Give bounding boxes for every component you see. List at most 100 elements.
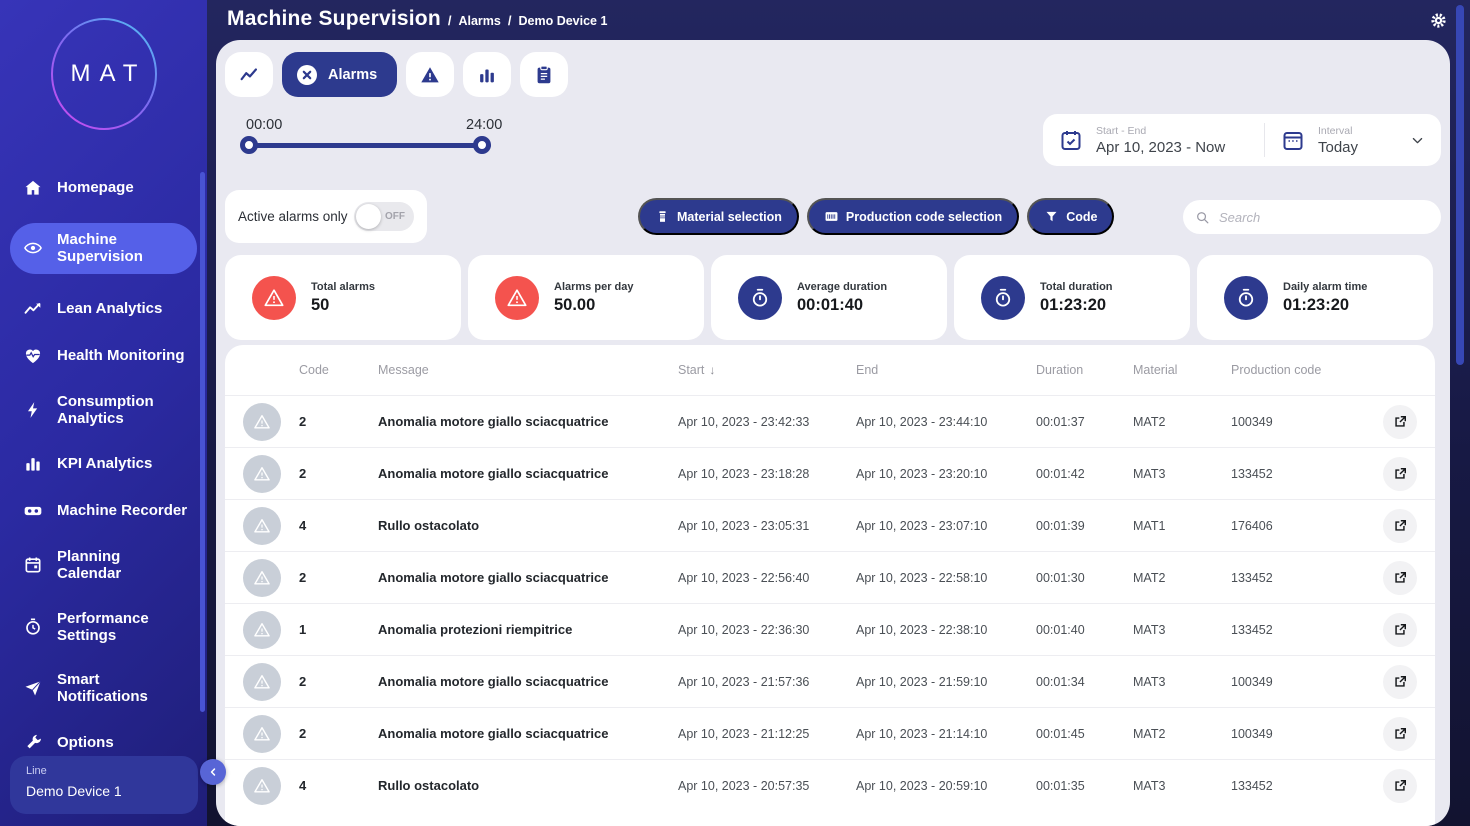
- code-filter-button[interactable]: Code: [1027, 198, 1115, 235]
- sidebar-item-label: Lean Analytics: [57, 299, 163, 317]
- open-alarm-detail-button[interactable]: [1383, 456, 1417, 491]
- open-in-new-icon: [1395, 519, 1406, 531]
- stat-card: Total alarms 50: [225, 255, 461, 340]
- table-row: 4 Rullo ostacolato Apr 10, 2023 - 23:05:…: [225, 499, 1435, 551]
- recorder-icon: [23, 501, 43, 521]
- cell-duration: 00:01:45: [1036, 726, 1085, 741]
- date-range-value: Apr 10, 2023 - Now: [1096, 138, 1226, 156]
- cell-material: MAT2: [1133, 414, 1166, 429]
- cell-production-code: 100349: [1231, 414, 1273, 429]
- interval-select[interactable]: Interval Today: [1265, 114, 1441, 166]
- column-header-end[interactable]: End: [856, 363, 1036, 377]
- column-header-start[interactable]: Start ↓: [678, 363, 856, 377]
- sidebar-item-smart-notifications[interactable]: Smart Notifications: [10, 669, 197, 708]
- alarm-row-icon: [243, 454, 281, 493]
- cell-end: Apr 10, 2023 - 23:44:10: [856, 414, 988, 429]
- cell-start: Apr 10, 2023 - 22:36:30: [678, 622, 810, 637]
- page-scrollbar[interactable]: [1456, 5, 1464, 365]
- sidebar-item-consumption-analytics[interactable]: Consumption Analytics: [10, 391, 197, 430]
- table-row: 1 Anomalia protezioni riempitrice Apr 10…: [225, 603, 1435, 655]
- sidebar-nav: Homepage Machine Supervision Lean Analyt…: [0, 176, 207, 755]
- search-input[interactable]: [1219, 209, 1419, 225]
- open-in-new-icon: [1395, 415, 1406, 427]
- sidebar-item-lean-analytics[interactable]: Lean Analytics: [10, 297, 197, 321]
- slider-start-label: 00:00: [246, 117, 283, 133]
- material-selection-button[interactable]: Material selection: [638, 198, 799, 235]
- cell-duration: 00:01:30: [1036, 570, 1085, 585]
- sidebar-item-label: Homepage: [57, 179, 134, 197]
- column-header-message[interactable]: Message: [378, 363, 678, 377]
- sidebar-collapse-button[interactable]: [200, 759, 226, 785]
- table-row: 2 Anomalia motore giallo sciacquatrice A…: [225, 395, 1435, 447]
- column-header-production-code[interactable]: Production code: [1231, 363, 1365, 377]
- active-alarms-toggle[interactable]: OFF: [354, 202, 414, 231]
- eye-icon: [23, 238, 43, 258]
- open-alarm-detail-button[interactable]: [1383, 508, 1417, 543]
- sidebar-item-homepage[interactable]: Homepage: [10, 176, 197, 200]
- sort-desc-icon: ↓: [709, 363, 716, 377]
- stat-value: 50: [311, 295, 330, 314]
- tab-warnings[interactable]: [406, 52, 455, 97]
- settings-gear-icon[interactable]: [1429, 11, 1448, 30]
- sidebar-item-performance-settings[interactable]: Performance Settings: [10, 608, 197, 647]
- tab-alarms-label: Alarms: [328, 66, 378, 83]
- cell-code: 2: [299, 570, 307, 585]
- heart-pulse-icon: [23, 346, 43, 366]
- active-alarms-label: Active alarms only: [238, 209, 348, 224]
- toggle-knob: [356, 204, 381, 229]
- bar-chart-icon: [480, 69, 495, 82]
- tab-trend[interactable]: [225, 52, 273, 97]
- cell-material: MAT2: [1133, 726, 1166, 741]
- alarm-icon: [264, 288, 284, 306]
- sidebar-item-planning-calendar[interactable]: Planning Calendar: [10, 546, 197, 585]
- sidebar-item-label: Machine Supervision: [57, 231, 143, 266]
- cell-message: Anomalia motore giallo sciacquatrice: [378, 466, 609, 481]
- sidebar-scrollbar[interactable]: [200, 172, 205, 712]
- sidebar-item-label: Performance Settings: [57, 609, 149, 644]
- tab-statistics[interactable]: [463, 52, 512, 97]
- sidebar-item-machine-recorder[interactable]: Machine Recorder: [10, 499, 197, 523]
- calendar-check-icon: [1059, 128, 1083, 152]
- sidebar-item-kpi-analytics[interactable]: KPI Analytics: [10, 452, 197, 476]
- logo-text: MAT: [70, 60, 147, 87]
- warning-triangle-outline-icon: [254, 466, 270, 481]
- tab-alarms[interactable]: Alarms: [282, 52, 398, 97]
- time-range-slider-track[interactable]: [249, 143, 491, 148]
- alarm-row-icon: [243, 558, 281, 597]
- breadcrumb-alarms: Alarms: [458, 14, 501, 28]
- open-alarm-detail-button[interactable]: [1383, 768, 1417, 803]
- sidebar-item-label: Planning Calendar: [57, 548, 122, 583]
- slider-handle-end[interactable]: [473, 136, 491, 154]
- open-alarm-detail-button[interactable]: [1383, 560, 1417, 595]
- cell-production-code: 100349: [1231, 674, 1273, 689]
- open-alarm-detail-button[interactable]: [1383, 612, 1417, 647]
- open-alarm-detail-button[interactable]: [1383, 404, 1417, 439]
- stats-row: Total alarms 50 Alarms per day 50.00 Ave…: [225, 255, 1435, 340]
- cell-code: 2: [299, 414, 307, 429]
- home-icon: [23, 178, 43, 198]
- material-selection-label: Material selection: [677, 209, 782, 224]
- breadcrumb-separator: /: [447, 13, 452, 28]
- stat-icon: [1224, 275, 1268, 320]
- stat-card: Average duration 00:01:40: [711, 255, 947, 340]
- chevron-down-icon: [1410, 133, 1425, 148]
- open-alarm-detail-button[interactable]: [1383, 664, 1417, 699]
- production-code-selection-button[interactable]: Production code selection: [806, 198, 1020, 235]
- device-card[interactable]: Line Demo Device 1: [10, 756, 198, 814]
- tab-report[interactable]: [520, 52, 569, 97]
- cell-code: 2: [299, 674, 307, 689]
- slider-handle-start[interactable]: [240, 136, 258, 154]
- cell-start: Apr 10, 2023 - 21:57:36: [678, 674, 810, 689]
- column-header-duration[interactable]: Duration: [1036, 363, 1133, 377]
- open-alarm-detail-button[interactable]: [1383, 716, 1417, 751]
- column-header-material[interactable]: Material: [1133, 363, 1231, 377]
- stat-label: Daily alarm time: [1283, 280, 1368, 293]
- sidebar-item-options[interactable]: Options: [10, 731, 197, 755]
- sidebar-item-health-monitoring[interactable]: Health Monitoring: [10, 344, 197, 368]
- sidebar-item-machine-supervision[interactable]: Machine Supervision: [10, 223, 197, 274]
- column-header-code[interactable]: Code: [299, 363, 378, 377]
- cell-code: 1: [299, 622, 307, 637]
- stat-value: 50.00: [554, 295, 596, 314]
- date-range-picker[interactable]: Start - End Apr 10, 2023 - Now: [1043, 114, 1264, 166]
- cell-message: Anomalia motore giallo sciacquatrice: [378, 414, 609, 429]
